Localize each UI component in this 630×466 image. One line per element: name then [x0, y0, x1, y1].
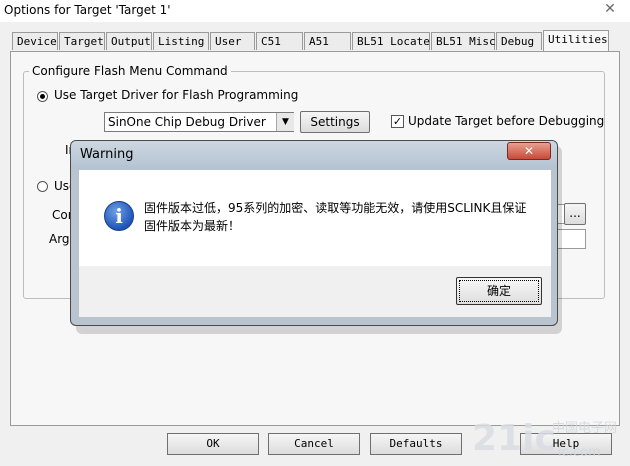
tab-bl51-locate[interactable]: BL51 Locate — [352, 32, 430, 50]
tab-a51[interactable]: A51 — [304, 32, 351, 50]
svg-text:中国电子网: 中国电子网 — [552, 421, 617, 436]
tab-listing[interactable]: Listing — [153, 32, 209, 50]
tab-user[interactable]: User — [210, 32, 255, 50]
use-target-driver-label: Use Target Driver for Flash Programming — [54, 88, 299, 102]
window-title: Options for Target 'Target 1' — [4, 3, 171, 17]
tab-c51[interactable]: C51 — [256, 32, 303, 50]
tab-utilities[interactable]: Utilities — [543, 30, 609, 52]
chevron-down-icon[interactable]: ▼ — [276, 113, 294, 131]
confirm-button[interactable]: 确定 — [456, 277, 542, 305]
warning-close-button[interactable]: ✕ — [507, 142, 551, 160]
update-target-label: Update Target before Debugging — [408, 114, 605, 128]
ok-footer-button[interactable]: OK — [167, 433, 259, 455]
svg-text:21ic: 21ic — [472, 418, 556, 459]
tab-target[interactable]: Target — [59, 32, 105, 50]
cancel-button[interactable]: Cancel — [268, 433, 360, 455]
tab-output[interactable]: Output — [106, 32, 152, 50]
window-close-button[interactable]: ✕ — [590, 0, 630, 18]
warning-title: Warning — [80, 147, 134, 162]
info-icon: i — [104, 201, 134, 231]
watermark-logo: 21ic 中国电子网 ic.com — [472, 418, 617, 460]
tab-bl51-misc[interactable]: BL51 Misc — [431, 32, 496, 50]
warning-titlebar — [71, 141, 557, 169]
flash-group-title: Configure Flash Menu Command — [29, 64, 231, 78]
use-external-tool-radio[interactable] — [37, 181, 48, 192]
update-target-checkbox[interactable]: ✓ — [391, 115, 404, 128]
warning-message: 固件版本过低，95系列的加密、读取等功能无效，请使用SCLINK且保证固件版本为… — [144, 201, 527, 233]
svg-text:ic.com: ic.com — [558, 445, 601, 460]
settings-button[interactable]: Settings — [300, 111, 370, 133]
tab-debug[interactable]: Debug — [496, 32, 542, 50]
tab-device[interactable]: Device — [12, 32, 58, 50]
driver-select[interactable]: SinOne Chip Debug Driver — [104, 112, 294, 132]
use-target-driver-radio[interactable] — [37, 91, 48, 102]
defaults-button[interactable]: Defaults — [370, 433, 462, 455]
browse-button[interactable]: ... — [564, 203, 586, 225]
